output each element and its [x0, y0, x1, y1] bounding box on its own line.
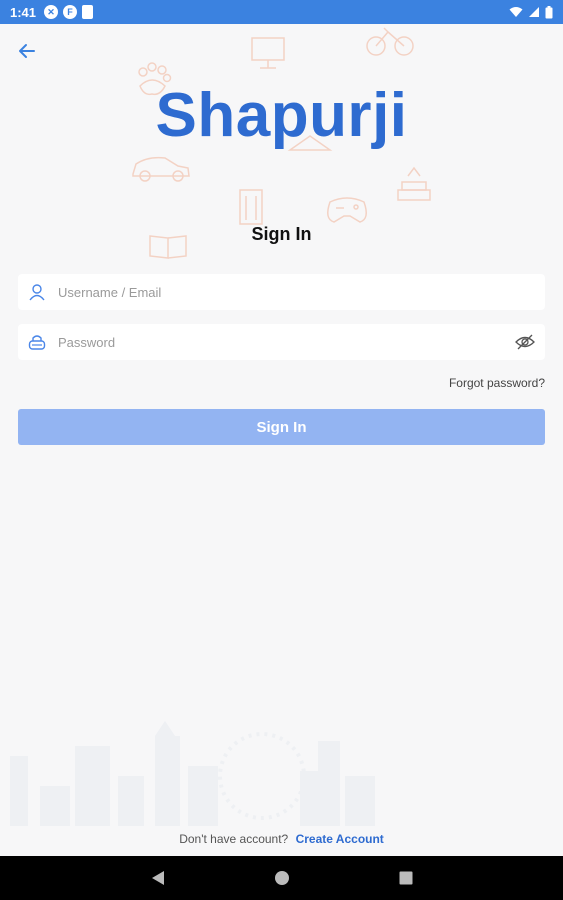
create-account-link[interactable]: Create Account — [296, 832, 384, 846]
bicycle-doodle-icon — [366, 27, 414, 56]
username-field[interactable] — [18, 274, 545, 310]
status-time: 1:41 — [10, 4, 37, 20]
status-bar: 1:41 ✕ F — [0, 0, 563, 24]
forgot-password-link[interactable]: Forgot password? — [449, 376, 545, 390]
f-circle-icon: F — [63, 5, 78, 19]
password-field[interactable] — [18, 324, 545, 360]
back-button[interactable] — [14, 38, 40, 64]
home-circle-icon[interactable] — [270, 866, 294, 890]
signal-icon — [529, 7, 539, 17]
wifi-icon — [509, 7, 523, 17]
recents-square-icon[interactable] — [394, 866, 418, 890]
gamepad-doodle-icon — [327, 197, 367, 223]
brand-logo: Shapurji — [155, 81, 408, 150]
stack-doodle-icon — [397, 166, 431, 201]
user-icon — [28, 283, 46, 301]
system-nav-bar — [0, 856, 563, 900]
status-right — [509, 5, 553, 19]
username-input[interactable] — [58, 284, 535, 300]
footer-prompt: Don't have account? — [179, 832, 289, 846]
car-doodle-icon — [132, 156, 190, 182]
footer: Don't have account? Create Account — [0, 832, 563, 846]
back-triangle-icon[interactable] — [146, 866, 170, 890]
skyline-illustration — [10, 721, 375, 826]
battery-icon — [545, 5, 553, 18]
x-circle-icon: ✕ — [44, 5, 59, 19]
page-title: Sign In — [251, 224, 312, 244]
eye-off-icon[interactable] — [515, 332, 535, 352]
arrow-left-icon — [19, 44, 35, 58]
sd-card-icon — [82, 5, 94, 19]
lock-icon — [28, 333, 46, 351]
sign-in-screen: Shapurji Sign In Forgot password? Sign I… — [0, 24, 563, 856]
building-doodle-icon — [239, 189, 263, 225]
sign-in-button[interactable]: Sign In — [18, 409, 545, 445]
password-input[interactable] — [58, 334, 515, 350]
monitor-doodle-icon — [251, 37, 285, 69]
